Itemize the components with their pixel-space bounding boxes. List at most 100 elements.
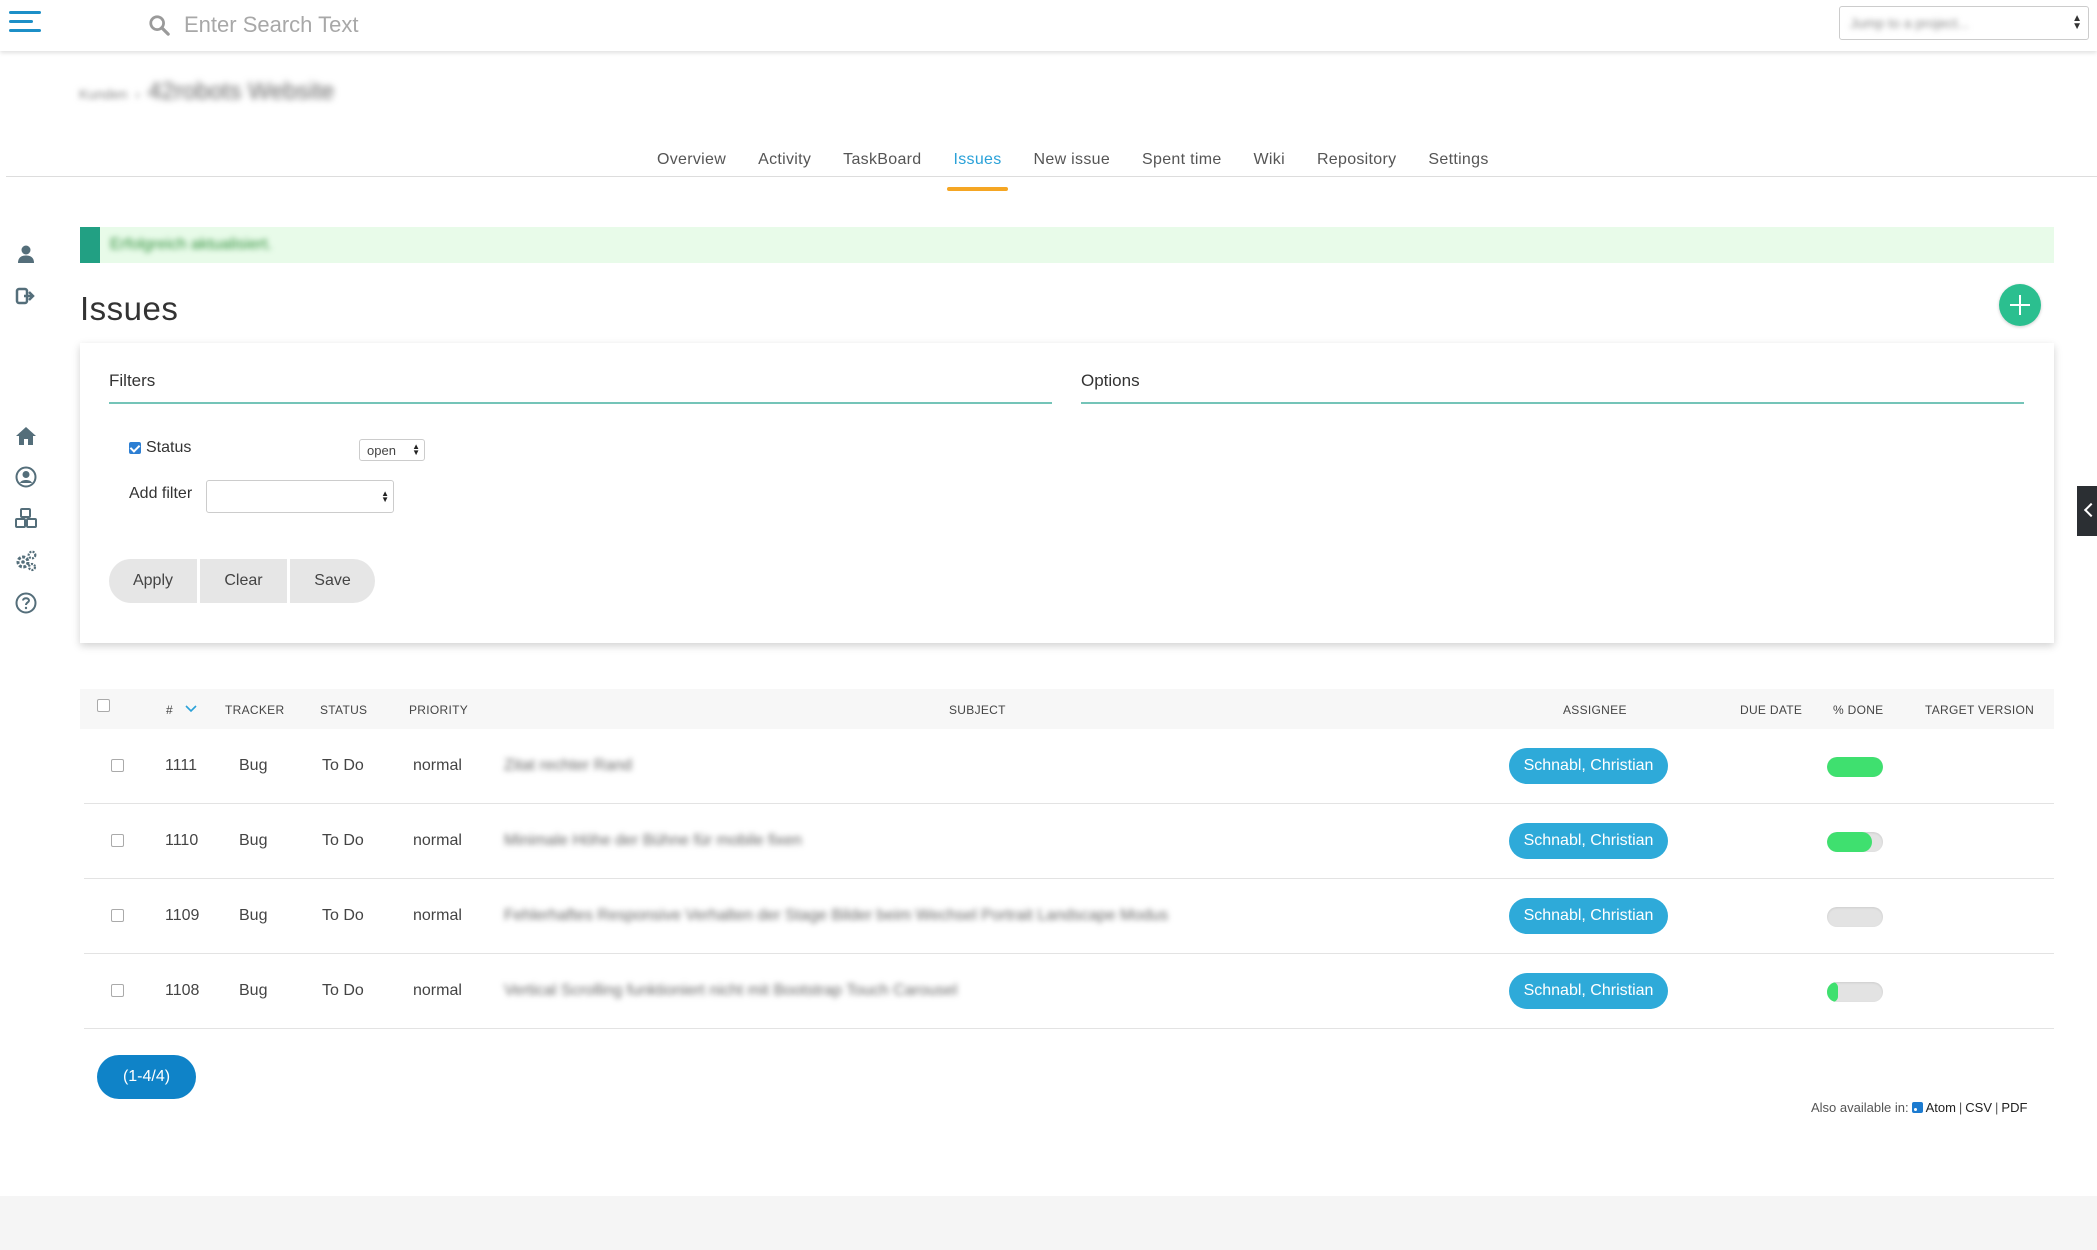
issue-done-progress-fill <box>1827 757 1883 777</box>
sign-out-icon[interactable] <box>14 284 38 308</box>
table-header: # TRACKER STATUS PRIORITY SUBJECT ASSIGN… <box>80 689 2054 729</box>
issue-done-progress-fill <box>1827 982 1839 1002</box>
issue-id[interactable]: 1111 <box>165 757 197 775</box>
issue-subject[interactable]: Zitat rechter Rand <box>504 757 632 775</box>
column-assignee[interactable]: ASSIGNEE <box>1563 703 1627 717</box>
search-input[interactable] <box>184 9 584 41</box>
help-icon[interactable] <box>14 591 38 615</box>
table-row[interactable]: 1111 Bug To Do normal Zitat rechter Rand Schn… <box>84 729 2054 804</box>
home-icon[interactable] <box>14 424 38 448</box>
issue-id[interactable]: 1108 <box>165 982 199 1000</box>
column-tracker[interactable]: TRACKER <box>225 703 284 717</box>
issue-subject[interactable]: Vertical Scrolling funktioniert nicht mi… <box>504 982 957 1000</box>
tab-new-issue[interactable]: New issue <box>1018 151 1127 179</box>
export-csv-link[interactable]: CSV <box>1965 1100 1992 1115</box>
issue-tracker: Bug <box>239 832 268 849</box>
issue-done-progress <box>1827 757 1883 777</box>
select-all-checkbox[interactable] <box>97 699 110 712</box>
column-due-date[interactable]: DUE DATE <box>1740 703 1802 717</box>
column-status[interactable]: STATUS <box>320 703 367 717</box>
issue-status: To Do <box>322 832 364 849</box>
column-done[interactable]: % DONE <box>1833 703 1883 717</box>
options-divider <box>1081 402 2024 404</box>
administration-gears-icon[interactable] <box>14 549 38 573</box>
row-checkbox[interactable] <box>111 834 124 847</box>
add-filter-label: Add filter <box>129 485 193 502</box>
export-links: Also available in: Atom | CSV | PDF <box>1811 1100 2027 1115</box>
issue-assignee-badge[interactable]: Schnabl, Christian <box>1509 898 1668 934</box>
export-pdf-link[interactable]: PDF <box>2001 1100 2027 1115</box>
status-operator-value: open <box>367 443 396 458</box>
issue-id[interactable]: 1109 <box>165 907 199 925</box>
filters-divider <box>109 402 1052 404</box>
issue-assignee-badge[interactable]: Schnabl, Christian <box>1509 748 1668 784</box>
sort-desc-icon <box>185 705 197 713</box>
tab-issues[interactable]: Issues <box>937 151 1017 191</box>
breadcrumb-parent[interactable]: Kunden <box>79 86 127 102</box>
export-separator: | <box>1958 1100 1963 1115</box>
user-icon[interactable] <box>14 242 38 266</box>
table-row[interactable]: 1109 Bug To Do normal Fehlerhaftes Responsiv… <box>84 879 2054 954</box>
issue-subject[interactable]: Minimale Höhe der Bühne für mobile fixen <box>504 832 802 850</box>
tab-settings[interactable]: Settings <box>1412 151 1504 179</box>
column-subject[interactable]: SUBJECT <box>949 703 1006 717</box>
account-icon[interactable] <box>14 465 38 489</box>
row-checkbox[interactable] <box>111 909 124 922</box>
breadcrumb-separator: › <box>135 86 140 102</box>
top-bar: Jump to a project... ▲▼ <box>0 0 2097 51</box>
status-filter-label: Status <box>146 439 192 456</box>
tab-overview[interactable]: Overview <box>641 151 742 179</box>
issue-tracker: Bug <box>239 757 268 774</box>
new-issue-button[interactable] <box>1999 284 2041 326</box>
issue-priority: normal <box>413 982 462 999</box>
tab-taskboard[interactable]: TaskBoard <box>827 151 937 179</box>
row-checkbox[interactable] <box>111 984 124 997</box>
column-target-version[interactable]: TARGET VERSION <box>1925 703 2034 717</box>
export-atom-link[interactable]: Atom <box>1926 1100 1956 1115</box>
status-filter-checkbox[interactable] <box>129 442 141 454</box>
tab-repository[interactable]: Repository <box>1301 151 1412 179</box>
tab-activity[interactable]: Activity <box>742 151 827 179</box>
row-checkbox[interactable] <box>111 759 124 772</box>
options-heading[interactable]: Options <box>1081 371 1140 391</box>
tab-spent-time[interactable]: Spent time <box>1126 151 1237 179</box>
issue-done-progress <box>1827 832 1883 852</box>
apply-button[interactable]: Apply <box>109 559 197 603</box>
issue-id[interactable]: 1110 <box>165 832 198 850</box>
issue-assignee-badge[interactable]: Schnabl, Christian <box>1509 973 1668 1009</box>
tab-wiki[interactable]: Wiki <box>1238 151 1301 179</box>
export-separator: | <box>1995 1100 1999 1115</box>
projects-cubes-icon[interactable] <box>14 507 38 531</box>
clear-button[interactable]: Clear <box>200 559 287 603</box>
status-filter-row: Status <box>129 439 191 457</box>
filters-heading[interactable]: Filters <box>109 371 155 391</box>
select-arrows-icon: ▲ ▼ <box>412 442 420 457</box>
column-priority[interactable]: PRIORITY <box>409 703 468 717</box>
query-buttons: Apply Clear Save <box>109 559 375 603</box>
table-row[interactable]: 1108 Bug To Do normal Vertical Scrolling fun… <box>84 954 2054 1029</box>
add-filter-select[interactable]: ▲ ▼ <box>206 480 394 513</box>
project-title: 42robots Website <box>147 78 335 105</box>
issue-priority: normal <box>413 907 462 924</box>
search-icon <box>149 15 170 36</box>
pagination[interactable]: (1-4/4) <box>97 1055 196 1099</box>
issue-priority: normal <box>413 757 462 774</box>
status-operator-select[interactable]: open ▲ ▼ <box>359 439 425 461</box>
select-arrows-icon: ▲ ▼ <box>381 489 389 504</box>
issue-status: To Do <box>322 982 364 999</box>
flash-notice: Erfolgreich aktualisiert. <box>80 227 2054 263</box>
save-query-button[interactable]: Save <box>290 559 375 603</box>
column-id[interactable]: # <box>166 703 197 717</box>
flash-message: Erfolgreich aktualisiert. <box>110 236 272 253</box>
breadcrumb: Kunden › 42robots Website <box>79 78 334 106</box>
sidebar-toggle[interactable] <box>2077 486 2097 536</box>
issue-status: To Do <box>322 907 364 924</box>
issue-assignee-badge[interactable]: Schnabl, Christian <box>1509 823 1668 859</box>
query-form: Filters Options Status open ▲ ▼ Add filte… <box>80 343 2054 643</box>
footer <box>0 1196 2097 1250</box>
project-jump-select[interactable]: Jump to a project... ▲ ▼ <box>1839 6 2089 40</box>
table-row[interactable]: 1110 Bug To Do normal Minimale Höhe der Bühn… <box>84 804 2054 879</box>
issue-subject[interactable]: Fehlerhaftes Responsive Verhalten der St… <box>504 907 1168 925</box>
issue-done-progress <box>1827 907 1883 927</box>
menu-icon[interactable] <box>9 11 41 37</box>
